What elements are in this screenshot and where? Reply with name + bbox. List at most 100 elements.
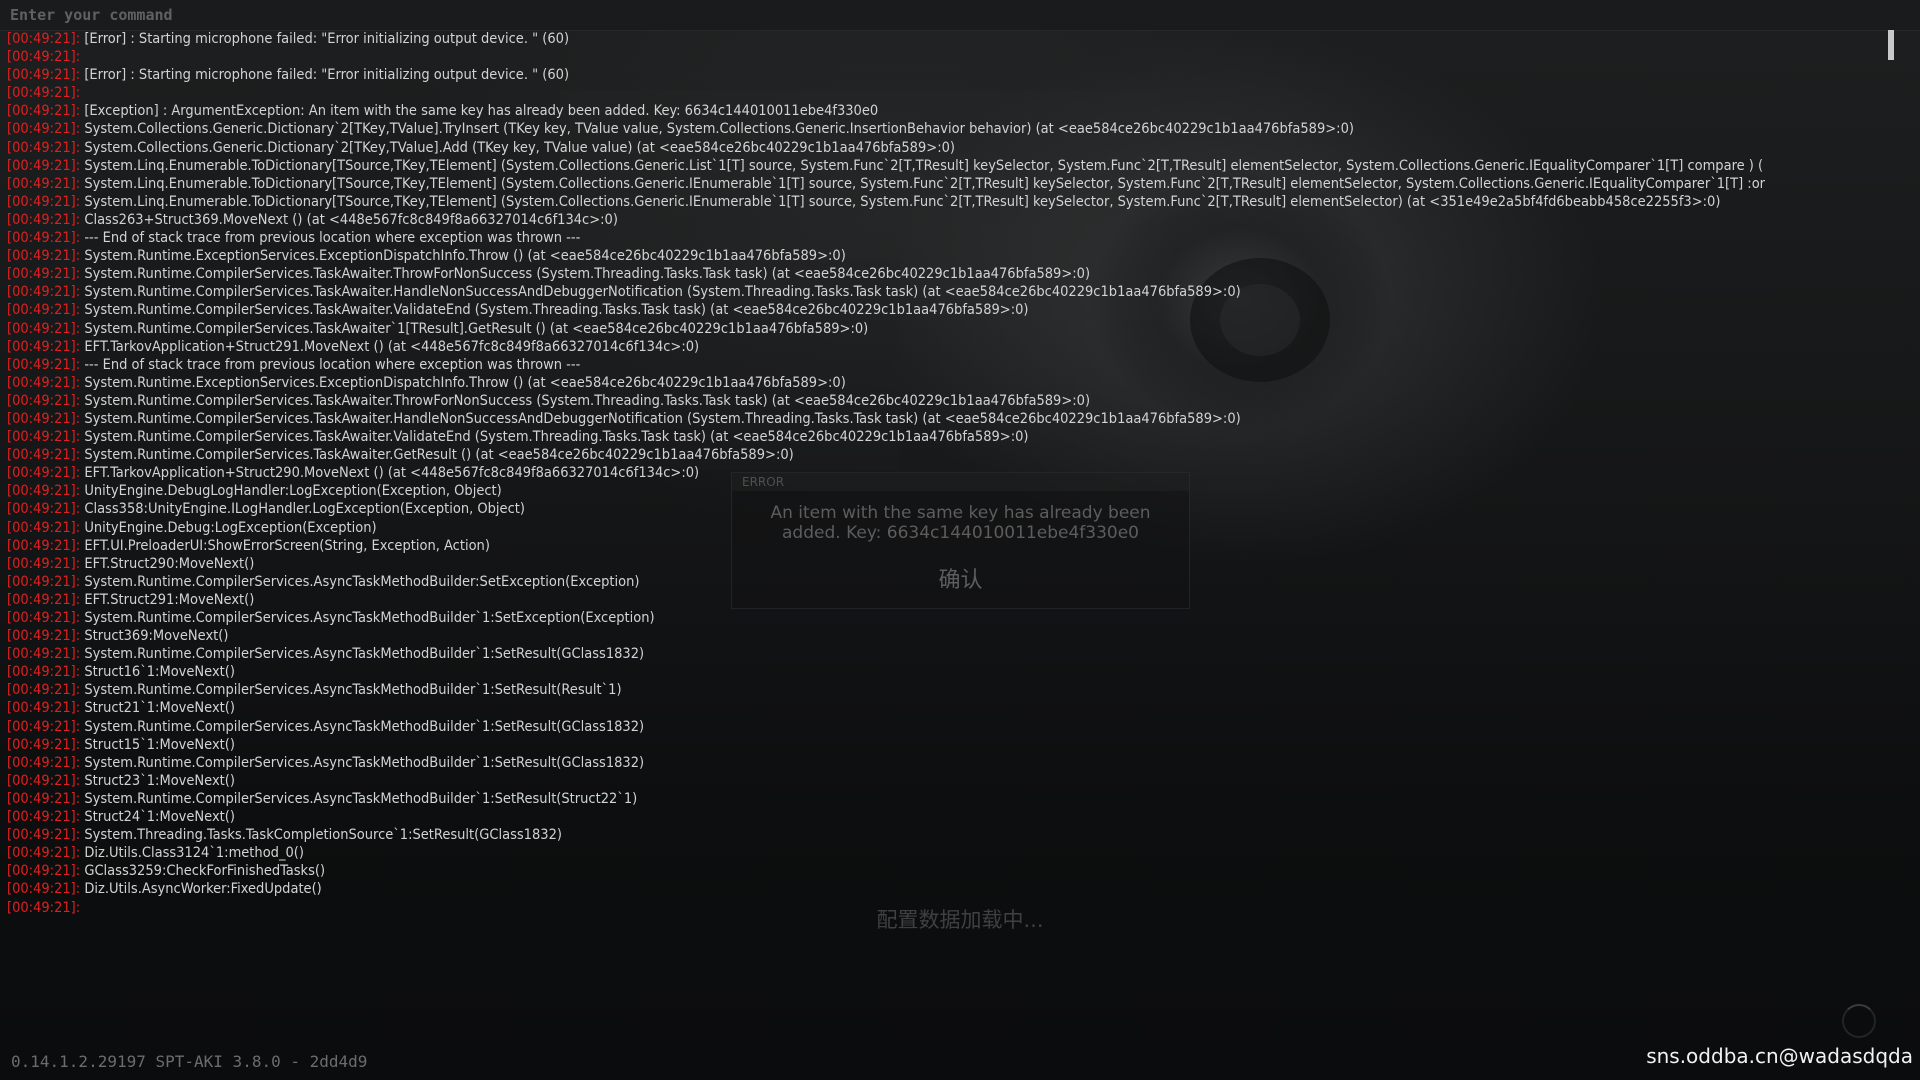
log-line: [00:49:21]: System.Runtime.ExceptionServ… — [7, 247, 1912, 265]
log-line: [00:49:21]: System.Linq.Enumerable.ToDic… — [7, 157, 1912, 175]
log-message: EFT.TarkovApplication+Struct291.MoveNext… — [84, 338, 700, 355]
log-timestamp: [00:49:21]: — [7, 809, 81, 826]
dialog-title: ERROR — [742, 475, 785, 489]
log-timestamp: [00:49:21]: — [7, 410, 81, 427]
log-timestamp: [00:49:21]: — [7, 664, 81, 681]
log-line: [00:49:21]: System.Runtime.CompilerServi… — [7, 301, 1912, 319]
log-message: Struct15`1:MoveNext() — [84, 736, 235, 753]
log-line: [00:49:21]: --- End of stack trace from … — [7, 356, 1912, 374]
log-timestamp: [00:49:21]: — [7, 899, 81, 916]
log-message: Class263+Struct369.MoveNext () (at <448e… — [84, 211, 618, 228]
log-line: [00:49:21]: System.Runtime.CompilerServi… — [7, 265, 1912, 283]
log-timestamp: [00:49:21]: — [7, 356, 81, 373]
log-timestamp: [00:49:21]: — [7, 555, 81, 572]
command-input[interactable] — [0, 0, 1910, 30]
log-timestamp: [00:49:21]: — [7, 736, 81, 753]
log-timestamp: [00:49:21]: — [7, 845, 81, 862]
log-timestamp: [00:49:21]: — [7, 392, 81, 409]
log-line: [00:49:21]: [Exception] : ArgumentExcept… — [7, 102, 1912, 120]
command-bar — [0, 0, 1920, 31]
log-line: [00:49:21]: Struct24`1:MoveNext() — [7, 808, 1912, 826]
log-message: System.Runtime.CompilerServices.TaskAwai… — [84, 302, 1029, 319]
log-message: System.Runtime.ExceptionServices.Excepti… — [84, 248, 846, 265]
log-timestamp: [00:49:21]: — [7, 338, 81, 355]
log-message: EFT.UI.PreloaderUI:ShowErrorScreen(Strin… — [84, 537, 490, 554]
log-timestamp: [00:49:21]: — [7, 827, 81, 844]
log-message: --- End of stack trace from previous loc… — [84, 230, 581, 247]
log-line: [00:49:21]: [Error] : Starting microphon… — [7, 30, 1912, 48]
log-timestamp: [00:49:21]: — [7, 483, 81, 500]
log-timestamp: [00:49:21]: — [7, 646, 81, 663]
log-timestamp: [00:49:21]: — [7, 374, 81, 391]
watermark: sns.oddba.cn@wadasdqda — [1646, 1044, 1913, 1068]
log-message: Struct21`1:MoveNext() — [84, 700, 235, 717]
log-line: [00:49:21]: System.Linq.Enumerable.ToDic… — [7, 175, 1912, 193]
log-line: [00:49:21]: — [7, 48, 1912, 66]
log-message: GClass3259:CheckForFinishedTasks() — [84, 863, 326, 880]
log-message: Struct369:MoveNext() — [84, 628, 229, 645]
log-message: UnityEngine.Debug:LogException(Exception… — [84, 519, 377, 536]
log-line: [00:49:21]: — [7, 84, 1912, 102]
log-message: System.Linq.Enumerable.ToDictionary[TSou… — [84, 157, 1764, 174]
log-timestamp: [00:49:21]: — [7, 772, 81, 789]
log-line: [00:49:21]: System.Runtime.CompilerServi… — [7, 392, 1912, 410]
log-line: [00:49:21]: System.Runtime.CompilerServi… — [7, 410, 1912, 428]
log-message: Struct23`1:MoveNext() — [84, 772, 235, 789]
log-message: EFT.Struct291:MoveNext() — [84, 591, 255, 608]
log-timestamp: [00:49:21]: — [7, 519, 81, 536]
log-timestamp: [00:49:21]: — [7, 230, 81, 247]
log-line: [00:49:21]: System.Runtime.CompilerServi… — [7, 718, 1912, 736]
log-line: [00:49:21]: System.Runtime.CompilerServi… — [7, 645, 1912, 663]
log-message: System.Runtime.ExceptionServices.Excepti… — [84, 374, 846, 391]
log-line: [00:49:21]: System.Linq.Enumerable.ToDic… — [7, 193, 1912, 211]
log-line: [00:49:21]: Class263+Struct369.MoveNext … — [7, 211, 1912, 229]
log-message: Class358:UnityEngine.ILogHandler.LogExce… — [84, 501, 525, 518]
log-line: [00:49:21]: System.Runtime.CompilerServi… — [7, 609, 1912, 627]
log-line: [00:49:21]: GClass3259:CheckForFinishedT… — [7, 862, 1912, 880]
log-line: [00:49:21]: Diz.Utils.AsyncWorker:FixedU… — [7, 880, 1912, 898]
log-message: EFT.TarkovApplication+Struct290.MoveNext… — [84, 465, 700, 482]
log-message: [Error] : Starting microphone failed: "E… — [84, 67, 570, 84]
log-message: System.Runtime.CompilerServices.AsyncTas… — [84, 682, 622, 699]
log-timestamp: [00:49:21]: — [7, 537, 81, 554]
log-line: [00:49:21]: System.Runtime.CompilerServi… — [7, 320, 1912, 338]
log-timestamp: [00:49:21]: — [7, 248, 81, 265]
log-timestamp: [00:49:21]: — [7, 429, 81, 446]
log-line: [00:49:21]: Struct369:MoveNext() — [7, 627, 1912, 645]
log-message: System.Runtime.CompilerServices.AsyncTas… — [84, 610, 655, 626]
log-message: System.Runtime.CompilerServices.AsyncTas… — [84, 718, 645, 735]
log-message: System.Runtime.CompilerServices.TaskAwai… — [84, 410, 1241, 427]
log-message: UnityEngine.DebugLogHandler:LogException… — [84, 483, 502, 500]
log-timestamp: [00:49:21]: — [7, 193, 81, 210]
log-timestamp: [00:49:21]: — [7, 320, 81, 337]
log-message: [Error] : Starting microphone failed: "E… — [84, 31, 570, 47]
log-message: System.Collections.Generic.Dictionary`2[… — [84, 121, 1354, 138]
confirm-button[interactable]: 确认 — [912, 561, 1009, 593]
log-message: System.Runtime.CompilerServices.AsyncTas… — [84, 754, 645, 771]
log-line: [00:49:21]: Struct23`1:MoveNext() — [7, 772, 1912, 790]
log-timestamp: [00:49:21]: — [7, 284, 81, 301]
log-timestamp: [00:49:21]: — [7, 447, 81, 464]
log-timestamp: [00:49:21]: — [7, 157, 81, 174]
log-line: [00:49:21]: [Error] : Starting microphon… — [7, 66, 1912, 84]
log-timestamp: [00:49:21]: — [7, 501, 81, 518]
log-timestamp: [00:49:21]: — [7, 700, 81, 717]
log-line: [00:49:21]: Diz.Utils.Class3124`1:method… — [7, 844, 1912, 862]
log-message: System.Linq.Enumerable.ToDictionary[TSou… — [84, 175, 1766, 192]
log-timestamp: [00:49:21]: — [7, 266, 81, 283]
log-timestamp: [00:49:21]: — [7, 591, 81, 608]
error-dialog: ERROR An item with the same key has alre… — [731, 472, 1190, 609]
log-message: System.Threading.Tasks.TaskCompletionSou… — [84, 827, 562, 844]
log-message: System.Runtime.CompilerServices.TaskAwai… — [84, 429, 1029, 446]
log-line: [00:49:21]: System.Runtime.CompilerServi… — [7, 428, 1912, 446]
log-line: [00:49:21]: System.Runtime.ExceptionServ… — [7, 374, 1912, 392]
log-message: EFT.Struct290:MoveNext() — [84, 555, 255, 572]
log-timestamp: [00:49:21]: — [7, 302, 81, 319]
log-message: System.Runtime.CompilerServices.AsyncTas… — [84, 646, 645, 663]
log-message: Struct16`1:MoveNext() — [84, 664, 235, 681]
log-line: [00:49:21]: System.Runtime.CompilerServi… — [7, 446, 1912, 464]
log-line: [00:49:21]: System.Collections.Generic.D… — [7, 139, 1912, 157]
log-message: System.Runtime.CompilerServices.AsyncTas… — [84, 790, 638, 807]
log-line: [00:49:21]: System.Threading.Tasks.TaskC… — [7, 826, 1912, 844]
log-line: [00:49:21]: System.Runtime.CompilerServi… — [7, 681, 1912, 699]
